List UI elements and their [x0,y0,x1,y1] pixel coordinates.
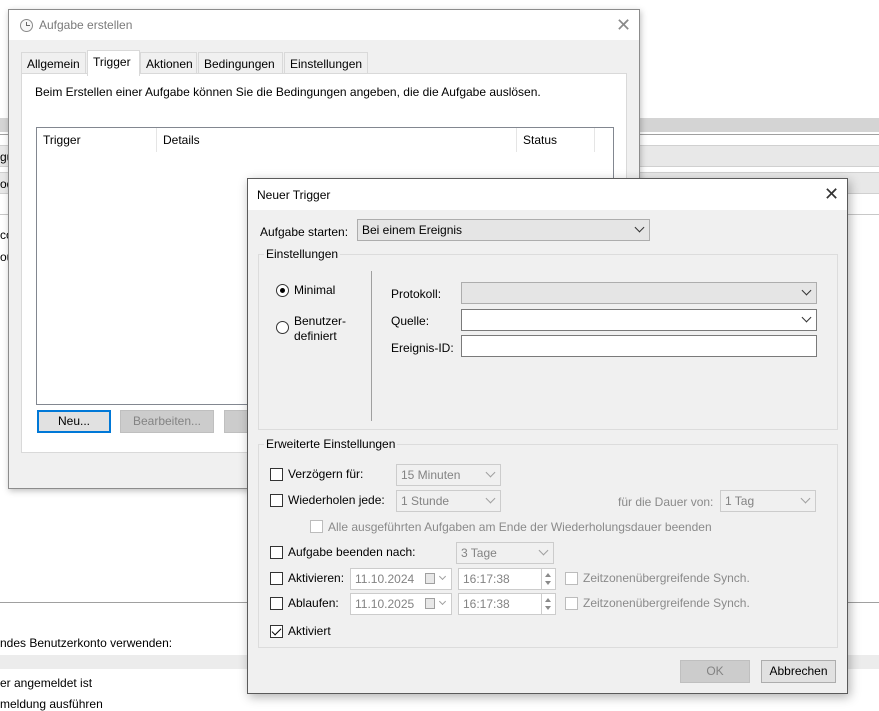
close-icon[interactable]: ✕ [616,16,631,34]
expire-time-input[interactable]: 16:17:38 [458,593,556,615]
expire-sync-label[interactable]: Zeitzonenübergreifende Synch. [583,596,750,610]
start-task-value: Bei einem Ereignis [362,223,463,237]
tab-allgemein[interactable]: Allgemein [21,52,86,74]
expire-date-picker[interactable]: 11.10.2025 [350,593,452,615]
chevron-down-icon [801,312,812,323]
time-spinner[interactable] [541,569,555,589]
chevron-down-icon [438,572,447,581]
stop-after-select[interactable]: 3 Tage [456,542,554,564]
delay-label[interactable]: Verzögern für: [288,467,363,481]
activate-date-value: 11.10.2024 [355,572,415,586]
repeat-checkbox[interactable] [270,494,283,507]
enabled-checkbox[interactable] [270,625,283,638]
expire-time-value: 16:17:38 [463,597,510,611]
chevron-down-icon [634,222,645,233]
log-label: Protokoll: [391,287,442,301]
edit-trigger-button[interactable]: Bearbeiten... [120,410,214,433]
expire-sync-checkbox[interactable] [565,597,578,610]
expire-checkbox[interactable] [270,597,283,610]
account-label: ndes Benutzerkonto verwenden: [0,636,173,650]
delay-value: 15 Minuten [401,468,461,482]
activate-label[interactable]: Aktivieren: [288,571,344,585]
chevron-down-icon [801,285,812,296]
duration-value: 1 Tag [725,494,755,508]
tab-aktionen[interactable]: Aktionen [140,52,197,74]
expire-date-value: 11.10.2025 [355,597,415,611]
new-trigger-button[interactable]: Neu... [37,410,111,433]
trigger-description: Beim Erstellen einer Aufgabe können Sie … [35,85,541,99]
radio-custom-label-line1[interactable]: Benutzer- [294,314,346,328]
new-trigger-title: Neuer Trigger [257,188,331,202]
repeat-label[interactable]: Wiederholen jede: [288,493,385,507]
chevron-down-icon [538,545,549,556]
create-task-titlebar: Aufgabe erstellen ✕ [9,10,639,40]
activate-sync-checkbox[interactable] [565,572,578,585]
source-label: Quelle: [391,314,430,328]
advanced-group-title: Erweiterte Einstellungen [264,437,398,451]
settings-group-title: Einstellungen [264,247,341,261]
new-trigger-dialog: Neuer Trigger ✕ Aufgabe starten: Bei ein… [247,178,848,694]
event-id-input[interactable] [461,335,817,357]
column-trigger[interactable]: Trigger [37,128,157,152]
column-details[interactable]: Details [157,128,517,152]
column-status[interactable]: Status [517,128,595,152]
create-task-title: Aufgabe erstellen [39,18,133,32]
task-scheduler-icon [20,19,33,32]
activate-time-value: 16:17:38 [463,572,510,586]
repeat-value: 1 Stunde [401,494,450,508]
stop-all-label[interactable]: Alle ausgeführten Aufgaben am Ende der W… [328,520,712,534]
radio-minimal-label[interactable]: Minimal [294,283,335,297]
stop-after-checkbox[interactable] [270,546,283,559]
tab-trigger[interactable]: Trigger [87,50,140,76]
expire-label[interactable]: Ablaufen: [288,596,339,610]
stop-all-checkbox[interactable] [310,520,323,533]
ok-button[interactable]: OK [680,660,750,683]
stop-after-label[interactable]: Aufgabe beenden nach: [288,545,415,559]
option-run[interactable]: meldung ausführen [0,697,103,711]
chevron-down-icon [485,493,496,504]
activate-time-input[interactable]: 16:17:38 [458,568,556,590]
activate-sync-label[interactable]: Zeitzonenübergreifende Synch. [583,571,750,585]
source-select[interactable] [461,309,817,331]
new-trigger-titlebar: Neuer Trigger ✕ [248,179,847,210]
event-id-label: Ereignis-ID: [391,341,454,355]
radio-minimal[interactable] [276,284,289,297]
enabled-label[interactable]: Aktiviert [288,624,331,638]
stop-after-value: 3 Tage [461,546,497,560]
chevron-down-icon [438,597,447,606]
activate-date-picker[interactable]: 11.10.2024 [350,568,452,590]
cancel-button[interactable]: Abbrechen [761,660,836,683]
log-select[interactable] [461,282,817,304]
delay-checkbox[interactable] [270,468,283,481]
tab-bedingungen[interactable]: Bedingungen [198,52,283,74]
duration-select[interactable]: 1 Tag [720,490,816,512]
duration-label: für die Dauer von: [618,495,714,509]
start-task-select[interactable]: Bei einem Ereignis [357,219,650,241]
repeat-select[interactable]: 1 Stunde [396,490,501,512]
delay-select[interactable]: 15 Minuten [396,464,501,486]
option-logged-in[interactable]: er angemeldet ist [0,676,92,690]
calendar-icon[interactable] [425,598,435,609]
chevron-down-icon [800,493,811,504]
radio-custom[interactable] [276,321,289,334]
radio-custom-label-line2[interactable]: definiert [294,329,337,343]
time-spinner[interactable] [541,594,555,614]
settings-separator [371,271,372,421]
chevron-down-icon [485,467,496,478]
activate-checkbox[interactable] [270,572,283,585]
calendar-icon[interactable] [425,573,435,584]
start-task-label: Aufgabe starten: [260,225,349,239]
tab-einstellungen[interactable]: Einstellungen [284,52,368,74]
close-icon[interactable]: ✕ [824,185,839,203]
